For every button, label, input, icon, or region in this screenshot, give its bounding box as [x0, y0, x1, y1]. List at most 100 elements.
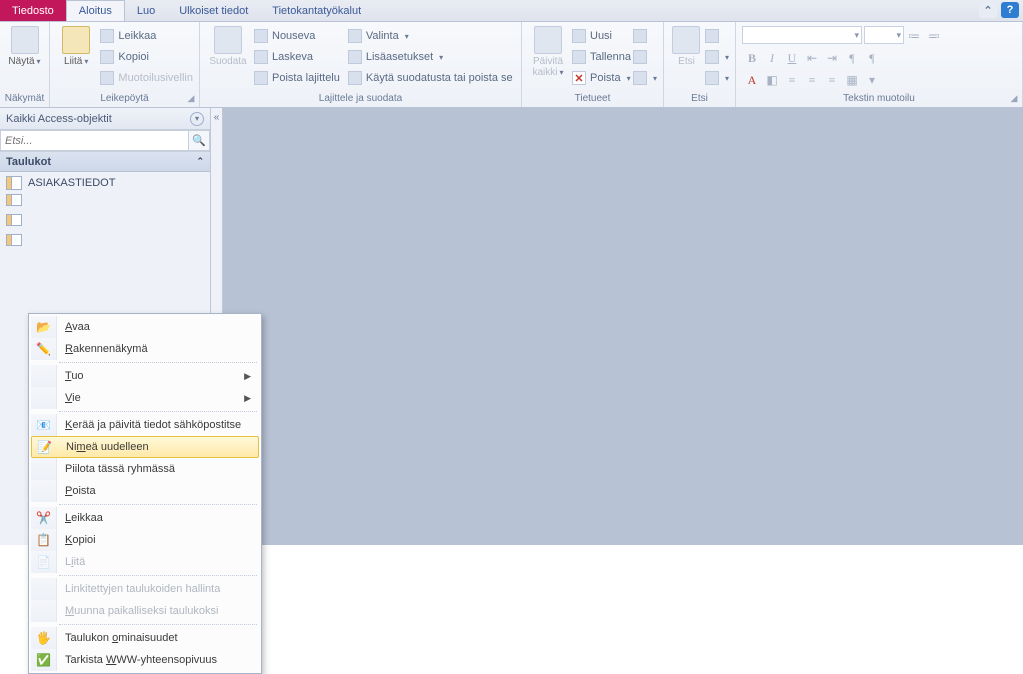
table-item[interactable]: ASIAKASTIEDOT: [0, 172, 210, 194]
table-item[interactable]: [0, 194, 210, 206]
properties-icon: 🖐️: [36, 630, 52, 646]
scissors-icon: [100, 29, 114, 43]
selection-button[interactable]: Valinta▾: [348, 26, 513, 46]
sort-asc-icon: [254, 29, 268, 43]
ctx-check[interactable]: ✅ Tarkista WWW-yhteensopivuusTarkista WW…: [31, 649, 259, 671]
format-painter-button[interactable]: Muotoilusivellin: [100, 68, 193, 88]
ctx-hide[interactable]: Piilota tässä ryhmässä: [31, 458, 259, 480]
ltr-icon[interactable]: ¶: [842, 48, 862, 68]
indent-inc-icon[interactable]: ⇥: [822, 48, 842, 68]
numbering-icon[interactable]: ≕: [924, 26, 944, 46]
navigation-pane: Kaikki Access-objektit ▾ 🔍 Taulukot ⌃ AS…: [0, 108, 211, 545]
remove-sort-button[interactable]: Poista lajittelu: [254, 68, 340, 88]
rtl-icon[interactable]: ¶: [862, 48, 882, 68]
search-input[interactable]: [0, 130, 188, 151]
scissors-icon: ✂️: [36, 510, 52, 526]
select-button[interactable]: ▾: [705, 68, 729, 88]
remove-icon: [36, 483, 52, 499]
delete-icon: ✕: [572, 71, 586, 85]
content-area: Kaikki Access-objektit ▾ 🔍 Taulukot ⌃ AS…: [0, 108, 1023, 545]
convert-icon: [36, 603, 52, 619]
alt-row-icon[interactable]: ▾: [862, 70, 882, 90]
ctx-props[interactable]: 🖐️ Taulukon ominaisuudetTaulukon ominais…: [31, 627, 259, 649]
advanced-button[interactable]: Lisäasetukset▾: [348, 47, 513, 67]
table-icon: [6, 214, 22, 226]
tab-create[interactable]: Luo: [125, 0, 167, 21]
paste-button[interactable]: Liitä▾: [56, 24, 96, 67]
align-center-icon[interactable]: ≡: [802, 70, 822, 90]
table-icon: [6, 194, 22, 206]
filter-button[interactable]: Suodata: [206, 24, 250, 67]
cut-button[interactable]: Leikkaa: [100, 26, 193, 46]
search-icon[interactable]: 🔍: [188, 130, 210, 151]
spelling-button[interactable]: [633, 47, 657, 67]
font-color-button[interactable]: A: [742, 70, 762, 90]
bullets-icon[interactable]: ≔: [904, 26, 924, 46]
submenu-arrow-icon: ▶: [244, 371, 251, 382]
fill-color-button[interactable]: ◧: [762, 70, 782, 90]
abc-icon: [633, 50, 647, 64]
ctx-design[interactable]: ✏️ RakennenäkymäRakennenäkymä: [31, 338, 259, 360]
dialog-launcher-icon[interactable]: ◢: [1008, 93, 1020, 105]
find-button[interactable]: Etsi: [670, 24, 703, 67]
tab-home[interactable]: Aloitus: [66, 0, 125, 21]
totals-button[interactable]: [633, 26, 657, 46]
ctx-export[interactable]: VieVie ▶: [31, 387, 259, 409]
rename-icon: 📝: [37, 439, 53, 455]
more-button[interactable]: ▾: [633, 68, 657, 88]
copy-button[interactable]: Kopioi: [100, 47, 193, 67]
font-combo[interactable]: ▾: [742, 26, 862, 44]
gridlines-icon[interactable]: ▦: [842, 70, 862, 90]
nav-section-tables[interactable]: Taulukot ⌃: [0, 152, 210, 172]
nav-pane-header[interactable]: Kaikki Access-objektit ▾: [0, 108, 210, 130]
sort-desc-icon: [254, 50, 268, 64]
group-title: Lajittele ja suodata: [200, 91, 521, 106]
replace-button[interactable]: [705, 26, 729, 46]
group-title: Tietueet: [522, 91, 663, 106]
tab-dbtools[interactable]: Tietokantatyökalut: [260, 0, 373, 21]
hide-icon: [36, 461, 52, 477]
align-left-icon[interactable]: ≡: [782, 70, 802, 90]
menubar: Tiedosto Aloitus Luo Ulkoiset tiedot Tie…: [0, 0, 1023, 22]
delete-button[interactable]: ✕Poista▾: [572, 68, 631, 88]
table-item[interactable]: [0, 214, 210, 226]
ctx-rename[interactable]: 📝 Nimeä uudelleenNimeä uudelleen: [31, 436, 259, 458]
dialog-launcher-icon[interactable]: ◢: [185, 93, 197, 105]
save-button[interactable]: Tallenna: [572, 47, 631, 67]
ctx-import[interactable]: TuoTuo ▶: [31, 365, 259, 387]
goto-button[interactable]: ▾: [705, 47, 729, 67]
export-icon: [36, 390, 52, 406]
font-size-combo[interactable]: ▾: [864, 26, 904, 44]
indent-dec-icon[interactable]: ⇤: [802, 48, 822, 68]
ctx-cut[interactable]: ✂️ LeikkaaLeikkaa: [31, 507, 259, 529]
sigma-icon: [633, 29, 647, 43]
align-right-icon[interactable]: ≡: [822, 70, 842, 90]
sort-desc-button[interactable]: Laskeva: [254, 47, 340, 67]
tab-external[interactable]: Ulkoiset tiedot: [167, 0, 260, 21]
help-icon[interactable]: ?: [1001, 2, 1019, 18]
italic-button[interactable]: I: [762, 48, 782, 68]
context-menu: 📂 AAvaavaa ✏️ RakennenäkymäRakennenäkymä…: [28, 313, 262, 674]
toggle-filter-button[interactable]: Käytä suodatusta tai poista se: [348, 68, 513, 88]
ctx-collect[interactable]: 📧 Kerää ja päivitä tiedot sähköpostitseK…: [31, 414, 259, 436]
new-button[interactable]: Uusi: [572, 26, 631, 46]
ctx-remove[interactable]: PoistaPoista: [31, 480, 259, 502]
minimize-ribbon-icon[interactable]: ⌃: [979, 2, 997, 18]
underline-button[interactable]: U: [782, 48, 802, 68]
ctx-open[interactable]: 📂 AAvaavaa: [31, 316, 259, 338]
refresh-button[interactable]: Päivitä kaikki▾: [528, 24, 568, 78]
nav-search: 🔍: [0, 130, 210, 152]
ctx-copy[interactable]: 📋 KopioiKopioi: [31, 529, 259, 551]
nav-menu-icon[interactable]: ▾: [190, 112, 204, 126]
table-item[interactable]: [0, 234, 210, 246]
selection-icon: [348, 29, 362, 43]
paste-icon: [62, 26, 90, 54]
view-button[interactable]: Näytä▾: [6, 24, 43, 67]
sort-asc-button[interactable]: Nouseva: [254, 26, 340, 46]
bold-button[interactable]: B: [742, 48, 762, 68]
new-icon: [572, 29, 586, 43]
linked-icon: [36, 581, 52, 597]
tab-file[interactable]: Tiedosto: [0, 0, 66, 21]
nav-pane-title: Kaikki Access-objektit: [6, 113, 112, 125]
table-name: ASIAKASTIEDOT: [28, 177, 115, 189]
